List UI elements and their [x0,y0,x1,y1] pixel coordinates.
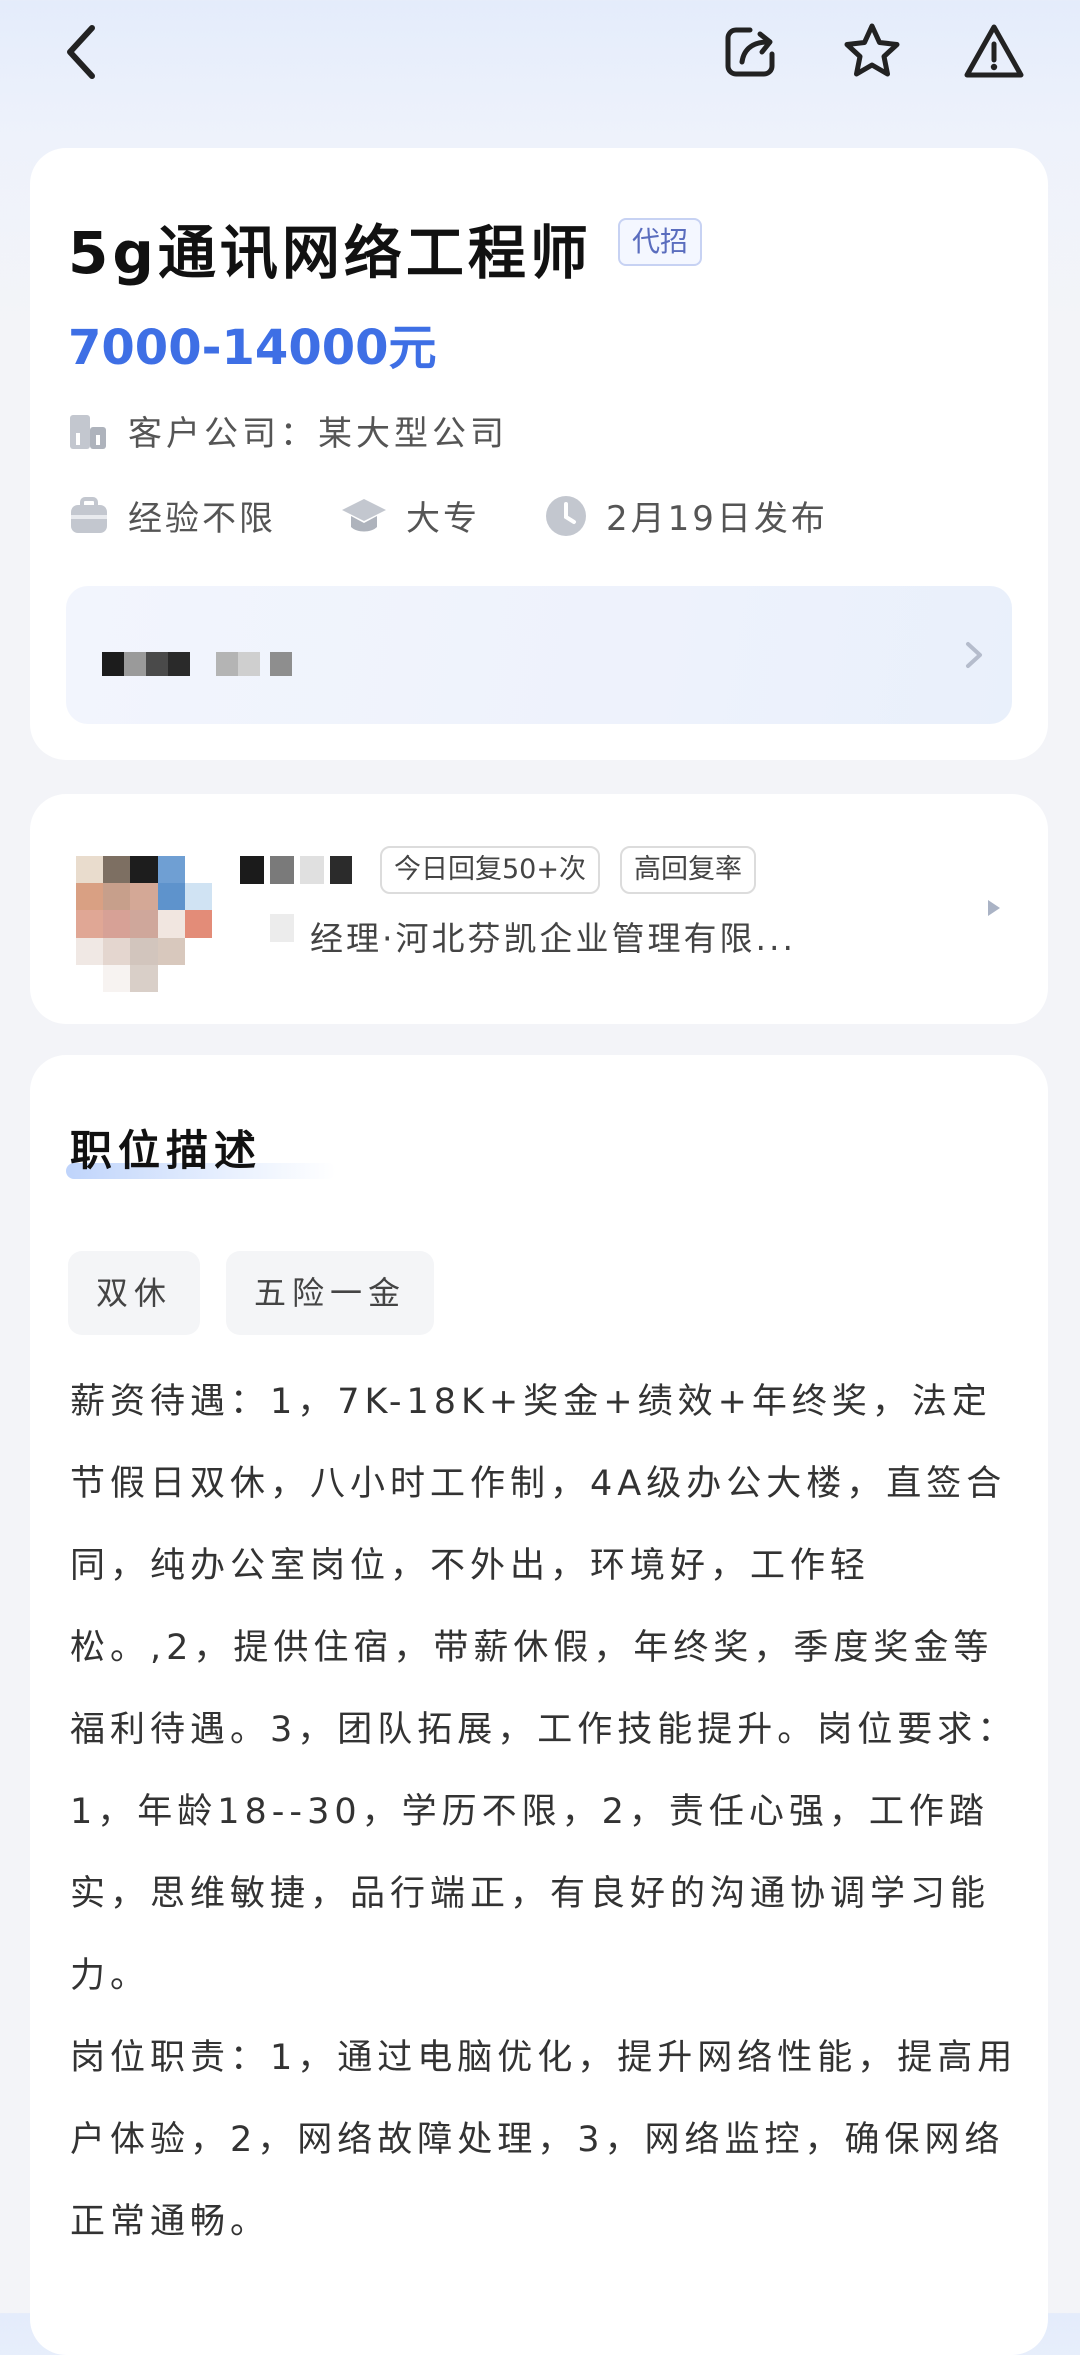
chevron-right-icon [988,900,1000,916]
avatar [76,856,212,992]
recruiter-name-blurred [240,856,352,884]
benefit-tag: 五险一金 [226,1251,435,1335]
job-meta-row: 经验不限 大专 2月19日发布 [68,491,892,540]
blurred-pixel [238,652,260,676]
job-header-card: 5g通讯网络工程师 代招 7000-14000元 客户公司：某大型公司 经验不限… [30,148,1048,760]
chevron-left-icon [67,25,95,79]
building-icon [70,414,106,449]
clock-icon [546,495,586,536]
description-text: 薪资待遇：1，7K-18K+奖金+绩效+年终奖，法定节假日双休，八小时工作制，4… [70,1361,1020,2263]
blurred-address-bar[interactable] [66,586,1012,724]
posted-item: 2月19日发布 [544,491,828,540]
blurred-pixel [124,652,146,676]
blurred-pixel [270,652,292,676]
posted-text: 2月19日发布 [606,499,828,539]
benefit-tags: 双休 五险一金 [68,1251,435,1335]
share-button[interactable] [718,20,782,84]
blurred-pixel [146,652,168,676]
reply-count-badge: 今日回复50+次 [380,846,600,894]
reply-rate-badge: 高回复率 [620,846,756,894]
description-paragraph: 岗位职责：1，通过电脑优化，提升网络性能，提高用户体验，2，网络故障处理，3，网… [70,2038,1018,2242]
blurred-pixel [102,652,124,676]
blurred-pixel [270,914,294,942]
briefcase-icon [71,496,107,533]
experience-item: 经验不限 [68,491,276,540]
experience-text: 经验不限 [128,499,276,539]
company-name: 客户公司：某大型公司 [128,414,508,454]
back-button[interactable] [48,20,112,84]
section-title: 职位描述 [70,1126,263,1175]
blurred-pixel [216,652,238,676]
graduation-cap-icon [342,498,386,531]
agent-tag: 代招 [618,218,703,266]
blurred-pixel [168,652,190,676]
share-icon [725,27,775,77]
description-paragraph: 薪资待遇：1，7K-18K+奖金+绩效+年终奖，法定节假日双休，八小时工作制，4… [70,1382,1018,1996]
salary: 7000-14000元 [68,320,437,376]
recruiter-card[interactable]: 今日回复50+次 高回复率 经理·河北芬凯企业管理有限... [30,794,1048,1024]
report-button[interactable] [962,20,1026,84]
job-description-card: 职位描述 双休 五险一金 薪资待遇：1，7K-18K+奖金+绩效+年终奖，法定节… [30,1055,1048,2355]
chevron-right-icon [966,642,982,668]
warning-icon [964,24,1024,78]
benefit-tag: 双休 [68,1251,201,1335]
company-row: 客户公司：某大型公司 [68,406,508,455]
star-icon [844,23,900,77]
top-bar [0,0,1080,110]
education-text: 大专 [406,499,480,539]
favorite-button[interactable] [840,20,904,84]
education-item: 大专 [340,491,480,540]
job-title: 5g通讯网络工程师 [68,219,592,287]
recruiter-subtitle: 经理·河北芬凯企业管理有限... [310,919,796,958]
